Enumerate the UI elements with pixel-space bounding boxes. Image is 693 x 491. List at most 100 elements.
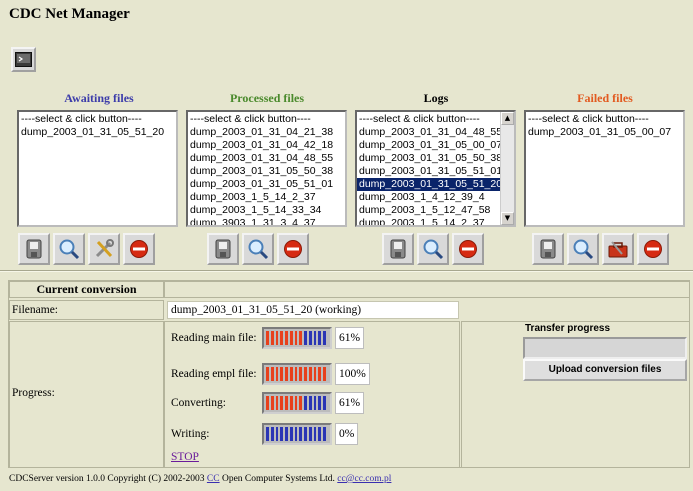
progress-segment [285,427,288,441]
progress-segment [275,427,279,441]
scroll-up-icon[interactable]: ▲ [501,112,514,125]
progress-segment [294,367,298,381]
processed-view-button[interactable] [242,233,274,265]
list-item[interactable]: dump_2003_01_31_04_48_55 [188,152,345,165]
failed-save-button[interactable] [532,233,564,265]
progress-segment [318,367,322,381]
list-item[interactable]: dump_2003_01_31_05_50_38 [357,152,514,165]
filename-label: Filename: [9,300,164,320]
progress-segment [318,396,322,410]
progress-segment [323,396,326,410]
logs-save-button[interactable] [382,233,414,265]
list-item[interactable]: ----select & click button---- [19,113,176,126]
progress-bar [262,363,332,385]
transfer-progress-title: Transfer progress [525,323,611,334]
footer: CDCServer version 1.0.0 Copyright (C) 20… [9,474,391,484]
section-divider [0,270,693,272]
email-link[interactable]: cc@cc.com.pl [337,474,391,484]
progress-segment [313,427,317,441]
logs-header: Logs [423,91,449,105]
processed-save-button[interactable] [207,233,239,265]
awaiting-delete-button[interactable] [123,233,155,265]
failed-delete-button[interactable] [637,233,669,265]
logs-list[interactable]: ----select & click button---- dump_2003_… [355,110,516,227]
awaiting-convert-button[interactable] [88,233,120,265]
progress-segment [294,396,298,410]
progress-label: Progress: [9,321,164,468]
scroll-down-icon[interactable]: ▼ [501,212,514,225]
progress-bar [262,392,332,414]
progress-segment [313,367,317,381]
list-item[interactable]: ----select & click button---- [188,113,345,126]
app-title: CDC Net Manager [9,6,130,22]
logs-delete-button[interactable] [452,233,484,265]
awaiting-toolbar [18,233,155,265]
processed-files-list[interactable]: ----select & click button---- dump_2003_… [186,110,347,227]
toolbox-icon [608,241,628,258]
progress-segment [323,427,326,441]
list-item[interactable]: dump_2003_01_31_05_50_38 [188,165,345,178]
progress-segment [294,331,298,345]
step-label: Converting: [171,397,226,409]
progress-segment [270,427,274,441]
progress-segment [289,427,293,441]
progress-segment [270,331,274,345]
list-item[interactable]: ----select & click button---- [357,113,514,126]
step-label: Writing: [171,428,210,440]
no-entry-icon [459,240,477,258]
progress-segment [266,331,269,345]
list-item[interactable]: dump_2003_1_5_14_33_34 [188,204,345,217]
list-item-selected[interactable]: dump_2003_01_31_05_51_20 [357,178,514,191]
stop-link[interactable]: STOP [171,451,199,463]
processed-delete-button[interactable] [277,233,309,265]
list-item[interactable]: dump_2003_01_31_05_00_07 [357,139,514,152]
list-item[interactable]: dump_2003_01_31_05_51_01 [357,165,514,178]
progress-segment [308,331,312,345]
progress-bar [262,327,332,349]
list-item[interactable]: dump_2003_01_31_04_21_38 [188,126,345,139]
progress-segment [318,331,322,345]
magnifier-icon [423,239,444,260]
progress-segment [270,367,274,381]
cc-link[interactable]: CC [207,474,220,484]
upload-conversion-files-button[interactable]: Upload conversion files [523,359,687,381]
awaiting-view-button[interactable] [53,233,85,265]
failed-repair-button[interactable] [602,233,634,265]
list-item[interactable]: dump_2003_01_31_05_51_01 [188,178,345,191]
progress-segment [323,331,326,345]
awaiting-files-list[interactable]: ----select & click button---- dump_2003_… [17,110,178,227]
list-item[interactable]: dump_2003_01_31_05_00_07 [526,126,683,139]
progress-row-main: Reading main file: 61% [171,327,365,349]
tools-icon [95,239,114,258]
magnifier-icon [248,239,269,260]
logs-view-button[interactable] [417,233,449,265]
footer-text: CDCServer version 1.0.0 Copyright (C) 20… [9,474,207,484]
progress-segment [299,331,303,345]
logs-scrollbar[interactable]: ▲ ▼ [500,112,514,225]
progress-row-writing: Writing: 0% [171,423,359,445]
list-item[interactable]: dump_2003_01_31_04_42_18 [188,139,345,152]
failed-view-button[interactable] [567,233,599,265]
console-button[interactable] [11,47,36,72]
disk-icon [215,239,231,259]
progress-segment [323,367,326,381]
list-item[interactable]: dump_2003_01_31_04_48_55 [357,126,514,139]
progress-segment [270,396,274,410]
list-item[interactable]: dump_2003_1_5_14_2_37 [188,191,345,204]
filename-field[interactable]: dump_2003_01_31_05_51_20 (working) [167,301,459,319]
list-item[interactable]: dump_2003_1_5_12_47_58 [357,204,514,217]
list-item[interactable]: dump_2003_01_31_05_51_20 [19,126,176,139]
progress-segment [308,427,312,441]
failed-files-list[interactable]: ----select & click button---- dump_2003_… [524,110,685,227]
awaiting-save-button[interactable] [18,233,50,265]
list-item[interactable]: dump_2003_1_4_12_39_4 [357,191,514,204]
processed-toolbar [207,233,309,265]
list-item[interactable]: dump_2003_1_5_14_2_37 [357,217,514,225]
list-item[interactable]: ----select & click button---- [526,113,683,126]
list-item[interactable]: dump_3903_1_31_3_4_37 [188,217,345,225]
progress-segment [313,331,317,345]
progress-segment [285,396,288,410]
progress-segment [285,367,288,381]
progress-percent: 100% [335,363,370,385]
current-conversion-panel: Current conversion Filename: dump_2003_0… [8,280,690,468]
